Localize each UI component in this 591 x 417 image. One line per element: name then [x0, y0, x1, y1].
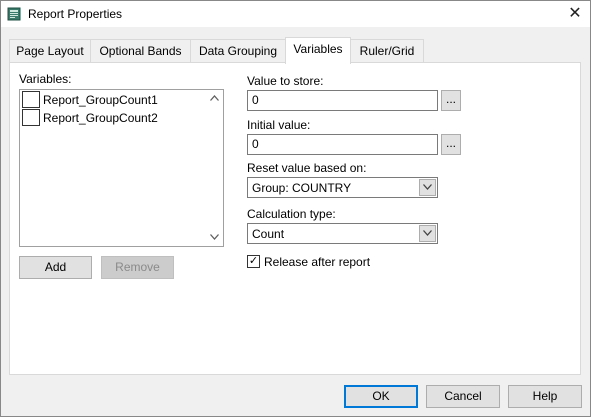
- variables-panel: Variables: Report_GroupCount1 Report_Gro…: [9, 62, 581, 375]
- remove-button[interactable]: Remove: [101, 256, 174, 279]
- tab-variables[interactable]: Variables: [285, 37, 351, 64]
- chevron-down-icon[interactable]: [419, 225, 436, 242]
- reset-value-selected: Group: COUNTRY: [252, 181, 352, 195]
- chevron-down-icon[interactable]: [419, 179, 436, 196]
- reset-value-label: Reset value based on:: [247, 161, 367, 175]
- report-icon: [7, 7, 21, 21]
- scroll-up-icon[interactable]: [206, 90, 223, 107]
- value-to-store-browse-button[interactable]: ...: [441, 90, 461, 111]
- release-after-report-label: Release after report: [264, 255, 371, 269]
- tab-data-grouping[interactable]: Data Grouping: [190, 39, 286, 63]
- variable-name: Report_GroupCount1: [43, 93, 158, 107]
- vertical-scrollbar[interactable]: [206, 90, 223, 246]
- variable-name: Report_GroupCount2: [43, 111, 158, 125]
- tab-ruler-grid[interactable]: Ruler/Grid: [350, 39, 424, 63]
- tab-page-layout[interactable]: Page Layout: [9, 39, 91, 63]
- calculation-type-label: Calculation type:: [247, 207, 336, 221]
- cancel-button[interactable]: Cancel: [426, 385, 500, 408]
- variables-label: Variables:: [19, 72, 72, 86]
- help-button[interactable]: Help: [508, 385, 582, 408]
- variables-listbox[interactable]: Report_GroupCount1 Report_GroupCount2: [19, 89, 224, 247]
- variable-checkbox[interactable]: [22, 109, 40, 126]
- scroll-down-icon[interactable]: [206, 229, 223, 246]
- value-to-store-input[interactable]: 0: [247, 90, 438, 111]
- report-properties-dialog: Report Properties ✕ Page Layout Optional…: [0, 0, 591, 417]
- close-icon: ✕: [568, 5, 582, 22]
- reset-value-select[interactable]: Group: COUNTRY: [247, 177, 438, 198]
- calculation-type-select[interactable]: Count: [247, 223, 438, 244]
- title-bar: Report Properties ✕: [1, 1, 590, 27]
- tab-optional-bands[interactable]: Optional Bands: [90, 39, 191, 63]
- initial-value-browse-button[interactable]: ...: [441, 134, 461, 155]
- ok-button[interactable]: OK: [344, 385, 418, 408]
- close-button[interactable]: ✕: [560, 1, 590, 27]
- value-to-store-label: Value to store:: [247, 74, 324, 88]
- tab-strip: Page Layout Optional Bands Data Grouping…: [9, 37, 584, 64]
- calculation-type-selected: Count: [252, 227, 285, 241]
- initial-value-input[interactable]: 0: [247, 134, 438, 155]
- add-button[interactable]: Add: [19, 256, 92, 279]
- variable-checkbox[interactable]: [22, 91, 40, 108]
- initial-value-label: Initial value:: [247, 118, 311, 132]
- list-item[interactable]: Report_GroupCount1: [21, 91, 207, 108]
- list-item[interactable]: Report_GroupCount2: [21, 109, 207, 126]
- window-title: Report Properties: [28, 7, 123, 21]
- release-after-report-checkbox[interactable]: ✓: [247, 255, 260, 268]
